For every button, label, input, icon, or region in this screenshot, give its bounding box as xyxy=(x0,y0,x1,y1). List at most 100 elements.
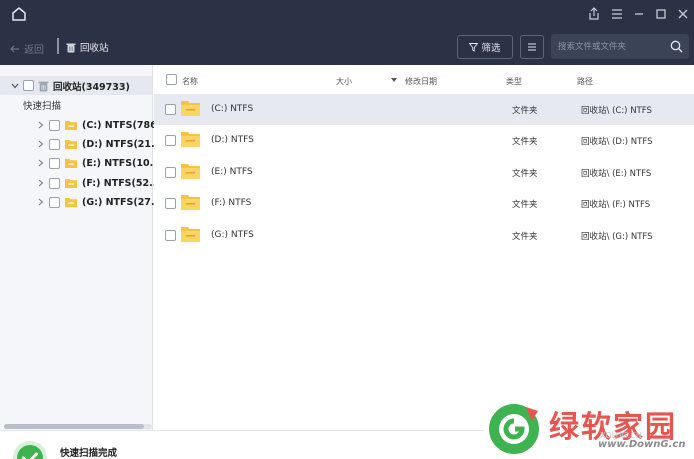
row-checkbox[interactable] xyxy=(165,198,176,209)
column-modified[interactable]: 修改日期 xyxy=(405,76,437,87)
chevron-right-icon[interactable] xyxy=(38,198,44,206)
chevron-right-icon[interactable] xyxy=(38,140,44,148)
tree-item-drive-g[interactable]: (G:) NTFS(27... xyxy=(38,194,162,210)
sidebar: 回收站(349733) 快速扫描 (C:) NTFS(786) (D:) NTF… xyxy=(0,65,162,430)
view-toggle-button[interactable] xyxy=(520,35,544,59)
table-row[interactable]: (E:) NTFS 文件夹 回收站\ (E:) NTFS xyxy=(154,157,694,188)
share-icon[interactable] xyxy=(586,6,602,22)
row-name: (D:) NTFS xyxy=(211,135,254,145)
drive-label: (G:) NTFS(27... xyxy=(82,196,162,208)
sort-desc-icon[interactable] xyxy=(391,78,397,82)
folder-icon xyxy=(65,198,77,207)
search-icon[interactable] xyxy=(670,40,683,53)
drive-checkbox[interactable] xyxy=(49,157,60,169)
row-type: 文件夹 xyxy=(512,169,538,179)
watermark: 绿软家园 XDLUG.CN www.DownG.cn xyxy=(484,398,694,459)
search-box xyxy=(551,34,689,59)
quick-scan-label: 快速扫描 xyxy=(23,101,62,112)
row-name: (F:) NTFS xyxy=(211,198,252,208)
title-bar xyxy=(0,0,694,28)
toolbar-divider xyxy=(57,38,59,54)
row-type: 文件夹 xyxy=(512,200,538,210)
folder-icon xyxy=(65,121,77,130)
folder-icon xyxy=(65,179,77,188)
drive-checkbox[interactable] xyxy=(49,196,60,208)
tree-item-drive-d[interactable]: (D:) NTFS(21... xyxy=(38,136,162,152)
drive-label: (C:) NTFS(786) xyxy=(82,119,162,131)
folder-icon xyxy=(181,227,200,242)
chevron-down-icon[interactable] xyxy=(10,81,20,91)
row-checkbox[interactable] xyxy=(165,104,176,115)
column-path[interactable]: 路径 xyxy=(577,76,593,87)
recycle-bin-icon xyxy=(66,43,76,52)
back-button[interactable]: 返回 xyxy=(10,41,44,56)
recycle-bin-icon xyxy=(38,81,49,91)
breadcrumb: 回收站 xyxy=(66,40,109,54)
row-name: (E:) NTFS xyxy=(211,167,253,177)
filter-button[interactable]: 筛选 xyxy=(457,35,513,59)
row-path: 回收站\ (F:) NTFS xyxy=(581,200,651,210)
chevron-right-icon[interactable] xyxy=(38,179,44,187)
menu-icon[interactable] xyxy=(609,6,625,22)
status-text: 快速扫描完成 xyxy=(60,448,118,459)
arrow-left-icon xyxy=(10,45,19,52)
close-icon[interactable] xyxy=(675,6,691,22)
column-header: 名称 大小 修改日期 类型 路径 xyxy=(154,72,694,90)
folder-icon xyxy=(181,164,200,179)
table-row[interactable]: (D:) NTFS 文件夹 回收站\ (D:) NTFS xyxy=(154,125,694,156)
folder-icon xyxy=(181,195,200,210)
chevron-right-icon[interactable] xyxy=(38,121,44,129)
minimize-icon[interactable] xyxy=(631,6,647,22)
tree-item-drive-c[interactable]: (C:) NTFS(786) xyxy=(38,117,161,133)
list-view-icon xyxy=(528,43,536,51)
drive-checkbox[interactable] xyxy=(49,138,60,150)
scrollbar-thumb[interactable] xyxy=(4,424,144,429)
column-size[interactable]: 大小 xyxy=(336,76,352,87)
table-row[interactable]: (G:) NTFS 文件夹 回收站\ (G:) NTFS xyxy=(154,220,694,251)
watermark-logo-icon xyxy=(489,404,539,454)
check-circle-icon xyxy=(13,441,47,459)
toolbar: 返回 回收站 筛选 xyxy=(0,28,694,65)
row-checkbox[interactable] xyxy=(165,230,176,241)
search-input[interactable] xyxy=(558,34,666,59)
row-type: 文件夹 xyxy=(512,137,538,147)
drive-label: (F:) NTFS(52... xyxy=(82,177,160,189)
table-row[interactable]: (C:) NTFS 文件夹 回收站\ (C:) NTFS xyxy=(154,94,694,125)
file-list: 名称 大小 修改日期 类型 路径 (C:) NTFS 文件夹 回收站\ (C:)… xyxy=(154,65,694,430)
watermark-url: www.DownG.cn xyxy=(598,439,686,450)
tree-item-drive-e[interactable]: (E:) NTFS(10... xyxy=(38,155,160,171)
row-type: 文件夹 xyxy=(512,232,538,242)
back-label: 返回 xyxy=(24,45,44,56)
row-name: (G:) NTFS xyxy=(211,230,254,240)
row-path: 回收站\ (E:) NTFS xyxy=(581,169,652,179)
chevron-right-icon[interactable] xyxy=(38,159,44,167)
table-row[interactable]: (F:) NTFS 文件夹 回收站\ (F:) NTFS xyxy=(154,188,694,219)
maximize-icon[interactable] xyxy=(653,6,669,22)
drive-checkbox[interactable] xyxy=(49,177,60,189)
sidebar-horizontal-scrollbar[interactable] xyxy=(4,424,152,429)
drive-checkbox[interactable] xyxy=(49,119,60,131)
tree-item-drive-f[interactable]: (F:) NTFS(52... xyxy=(38,175,160,191)
row-path: 回收站\ (D:) NTFS xyxy=(581,137,653,147)
folder-icon xyxy=(181,132,200,147)
tree-root-recycle-bin[interactable]: 回收站(349733) xyxy=(0,76,152,95)
row-name: (C:) NTFS xyxy=(211,104,254,114)
row-path: 回收站\ (G:) NTFS xyxy=(581,232,653,242)
filter-icon xyxy=(469,42,479,52)
row-checkbox[interactable] xyxy=(165,167,176,178)
folder-icon xyxy=(181,101,200,116)
column-name[interactable]: 名称 xyxy=(182,76,198,87)
tree-root-label: 回收站(349733) xyxy=(53,81,130,93)
home-icon[interactable] xyxy=(10,5,28,23)
root-checkbox[interactable] xyxy=(23,80,34,91)
row-checkbox[interactable] xyxy=(165,135,176,146)
drive-label: (D:) NTFS(21... xyxy=(82,138,162,150)
row-path: 回收站\ (C:) NTFS xyxy=(581,106,652,116)
row-type: 文件夹 xyxy=(512,106,538,116)
filter-label: 筛选 xyxy=(481,43,501,54)
folder-icon xyxy=(65,159,77,168)
drive-label: (E:) NTFS(10... xyxy=(82,157,161,169)
select-all-checkbox[interactable] xyxy=(166,74,177,85)
column-type[interactable]: 类型 xyxy=(506,76,522,87)
folder-icon xyxy=(65,140,77,149)
